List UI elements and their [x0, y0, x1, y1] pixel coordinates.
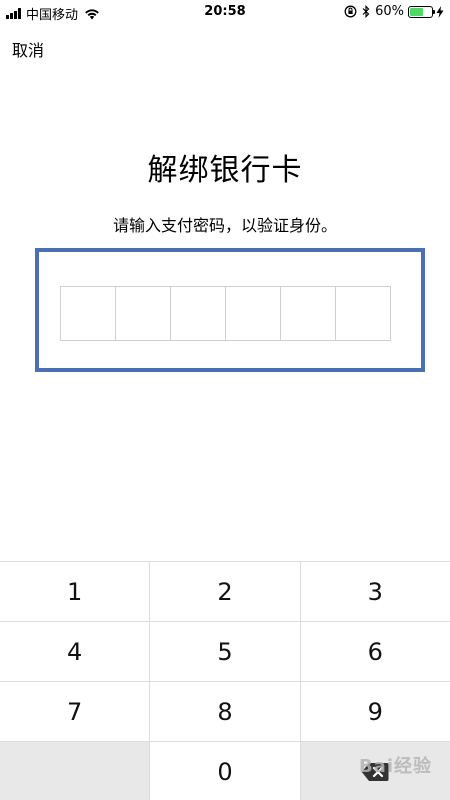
key-blank	[0, 742, 151, 800]
keypad-row: 7 8 9	[0, 682, 450, 742]
page-title: 解绑银行卡	[147, 153, 303, 188]
password-digit-box[interactable]	[281, 287, 336, 340]
battery-fill	[410, 7, 423, 16]
keypad-row: 1 2 3	[0, 562, 450, 622]
key-9[interactable]: 9	[301, 682, 450, 741]
watermark: Bai经验	[358, 756, 432, 777]
key-4[interactable]: 4	[0, 622, 151, 681]
page-subtitle: 请输入支付密码，以验证身份。	[112, 216, 337, 235]
key-6[interactable]: 6	[301, 622, 450, 681]
password-input[interactable]	[60, 286, 391, 341]
keypad-row: 4 5 6	[0, 622, 450, 682]
charging-icon	[436, 5, 444, 18]
password-digit-box[interactable]	[116, 287, 171, 340]
cancel-button[interactable]: 取消	[12, 37, 44, 61]
key-8[interactable]: 8	[150, 682, 301, 741]
rotation-lock-icon	[344, 5, 357, 18]
bluetooth-icon	[362, 5, 370, 18]
status-right: 60%	[339, 4, 444, 19]
password-digit-box[interactable]	[226, 287, 281, 340]
status-bar: 中国移动 20:58 60%	[0, 0, 450, 24]
password-digit-box[interactable]	[171, 287, 226, 340]
password-digit-box[interactable]	[61, 287, 116, 340]
key-2[interactable]: 2	[150, 562, 301, 621]
battery-percent: 60%	[375, 4, 404, 19]
battery-icon	[408, 5, 435, 18]
key-7[interactable]: 7	[0, 682, 151, 741]
key-3[interactable]: 3	[301, 562, 450, 621]
key-5[interactable]: 5	[150, 622, 301, 681]
key-1[interactable]: 1	[0, 562, 151, 621]
password-digit-box[interactable]	[336, 287, 390, 340]
key-0[interactable]: 0	[150, 742, 301, 800]
